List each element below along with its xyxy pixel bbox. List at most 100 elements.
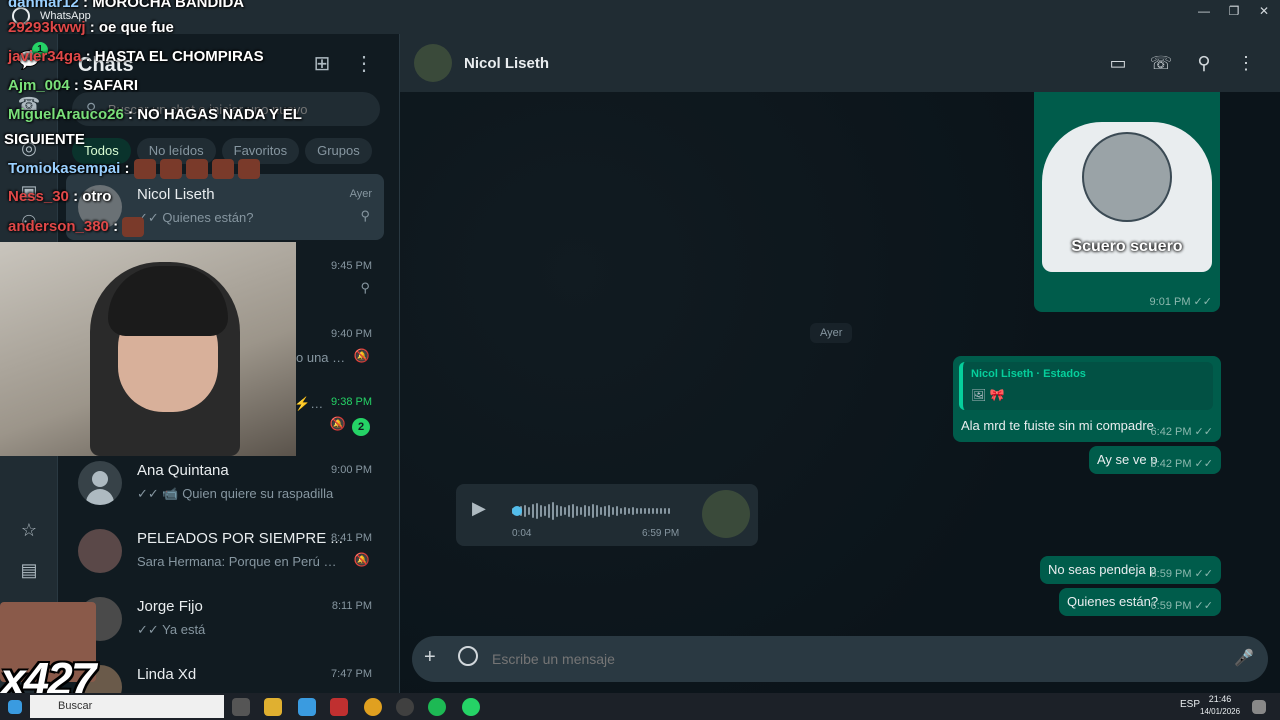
chrome-icon[interactable]	[364, 698, 382, 716]
notifications-icon[interactable]	[1252, 700, 1266, 714]
chat-name: PELEADOS POR SIEMPRE ...	[137, 530, 343, 547]
avatar	[78, 529, 122, 573]
audio-duration: 0:04	[512, 528, 532, 539]
message-input[interactable]	[492, 636, 1212, 682]
audio-waveform[interactable]	[512, 502, 676, 520]
emote-icon	[185, 159, 208, 179]
waveform-bar	[552, 502, 554, 520]
outgoing-message[interactable]: No seas pendeja p 6:59 PM ✓✓	[1040, 556, 1221, 584]
waveform-bar	[528, 507, 530, 515]
chat-time: 8:11 PM	[331, 600, 372, 612]
message-text: No seas pendeja p	[1048, 562, 1157, 577]
outgoing-message[interactable]: Quienes están? 6:59 PM ✓✓	[1059, 588, 1221, 616]
waveform-bar	[588, 506, 590, 516]
language-indicator[interactable]: ESP	[1180, 699, 1200, 710]
chat-time: 7:47 PM	[331, 668, 372, 680]
taskbar-search-label: Buscar	[58, 700, 93, 712]
conversation-header[interactable]: Nicol Liseth ▭ ☏ ⚲ ⋮	[400, 34, 1280, 92]
sticker-caption: Scuero scuero	[1071, 238, 1183, 255]
search-icon[interactable]: ⚲	[1192, 51, 1216, 75]
waveform-bar	[576, 506, 578, 516]
message-composer: + 🎤	[412, 636, 1268, 682]
audio-progress-handle[interactable]	[512, 506, 522, 516]
voice-call-icon[interactable]: ☏	[1149, 51, 1173, 75]
waveform-bar	[628, 508, 630, 514]
windows-taskbar: Buscar ESP 21:46 14/01/2026	[0, 693, 1280, 720]
video-call-icon[interactable]: ▭	[1106, 51, 1130, 75]
stream-chat-line: 29293kwwj : oe que fue	[8, 19, 174, 36]
chat-time: Ayer	[349, 188, 372, 200]
emote-icon	[237, 159, 260, 179]
whatsapp-taskbar-icon[interactable]	[462, 698, 480, 716]
quoted-status[interactable]: Nicol Liseth · Estados 🖼 🎀	[959, 362, 1213, 410]
waveform-bar	[660, 508, 662, 514]
obs-icon[interactable]	[396, 698, 414, 716]
contact-avatar[interactable]	[414, 44, 452, 82]
clock-date[interactable]: 14/01/2026	[1200, 707, 1240, 716]
status-reply-message[interactable]: Nicol Liseth · Estados 🖼 🎀 Ala mrd te fu…	[953, 356, 1221, 442]
waveform-bar	[624, 507, 626, 515]
pin-icon: ⚲	[360, 208, 370, 223]
waveform-bar	[664, 508, 666, 514]
play-icon[interactable]: ▶	[472, 498, 486, 519]
waveform-bar	[560, 506, 562, 516]
spotify-icon[interactable]	[428, 698, 446, 716]
chat-time: 9:00 PM	[331, 464, 372, 476]
task-view-icon[interactable]	[232, 698, 250, 716]
waveform-bar	[668, 508, 670, 514]
app-icon[interactable]	[330, 698, 348, 716]
start-icon[interactable]	[8, 700, 22, 714]
chat-name: Linda Xd	[137, 666, 197, 683]
menu-icon[interactable]: ⋮	[352, 52, 376, 76]
waveform-bar	[540, 505, 542, 517]
new-chat-icon[interactable]: ⊞	[310, 52, 334, 76]
muted-icon: 🔕	[353, 552, 370, 567]
message-time: 6:42 PM ✓✓	[1150, 426, 1213, 438]
maximize-button[interactable]: ❐	[1224, 4, 1244, 18]
waveform-bar	[568, 505, 570, 517]
contact-name[interactable]: Nicol Liseth	[464, 55, 549, 72]
emote-icon	[133, 159, 156, 179]
file-explorer-icon[interactable]	[264, 698, 282, 716]
chat-row-peleados-por-siempre[interactable]: PELEADOS POR SIEMPRE ... 8:41 PM Sara He…	[66, 518, 384, 584]
outgoing-message[interactable]: Ay se ve p 6:42 PM ✓✓	[1089, 446, 1221, 474]
chat-row-jorge-fijo[interactable]: Jorge Fijo 8:11 PM ✓✓ Ya está	[66, 586, 384, 652]
quoted-name: Nicol Liseth · Estados	[971, 368, 1086, 380]
stream-chat-line: javier34ga : HASTA EL CHOMPIRAS	[8, 48, 264, 65]
pin-icon: ⚲	[360, 280, 370, 295]
attach-icon[interactable]: +	[424, 646, 436, 669]
waveform-bar	[608, 505, 610, 517]
waveform-bar	[544, 506, 546, 516]
clock-time[interactable]: 21:46	[1200, 694, 1240, 704]
waveform-bar	[532, 504, 534, 518]
minimize-button[interactable]: —	[1194, 4, 1214, 18]
close-button[interactable]: ✕	[1254, 4, 1274, 18]
taskbar-search[interactable]: Buscar	[30, 695, 224, 718]
media-icon[interactable]: ▤	[17, 558, 41, 582]
waveform-bar	[644, 508, 646, 514]
chat-row-linda-xd[interactable]: Linda Xd 7:47 PM	[66, 654, 384, 693]
waveform-bar	[556, 505, 558, 517]
store-icon[interactable]	[298, 698, 316, 716]
chat-name: Nicol Liseth	[137, 186, 215, 203]
starred-icon[interactable]: ☆	[17, 518, 41, 542]
chat-preview: ⚡ ...	[294, 396, 324, 411]
waveform-bar	[640, 508, 642, 514]
sticker-message[interactable]: Scuero scuero 9:01 PM ✓✓	[1034, 92, 1220, 312]
waveform-bar	[592, 504, 594, 518]
chat-preview: ✓✓ 📹 Quien quiere su raspadilla	[137, 486, 334, 501]
waveform-bar	[548, 504, 550, 518]
stream-chat-line: anderson_380 :	[8, 217, 148, 237]
conversation-panel: Nicol Liseth ▭ ☏ ⚲ ⋮ Scuero scuero 9:01 …	[400, 34, 1280, 693]
sticker-face	[1082, 132, 1172, 222]
chat-row-ana-quintana[interactable]: Ana Quintana 9:00 PM ✓✓ 📹 Quien quiere s…	[66, 450, 384, 516]
filter-groups[interactable]: Grupos	[305, 138, 372, 164]
emoji-icon[interactable]	[458, 646, 478, 666]
stream-chat-line: danmar12 : MOROCHA BANDIDA	[8, 0, 245, 11]
menu-icon[interactable]: ⋮	[1234, 51, 1258, 75]
waveform-bar	[536, 503, 538, 519]
microphone-icon[interactable]: 🎤	[1234, 648, 1254, 668]
waveform-bar	[564, 507, 566, 515]
stream-chat-line: Tomiokasempai :	[8, 159, 264, 179]
voice-message[interactable]: ▶ 0:04 6:59 PM	[456, 484, 758, 546]
